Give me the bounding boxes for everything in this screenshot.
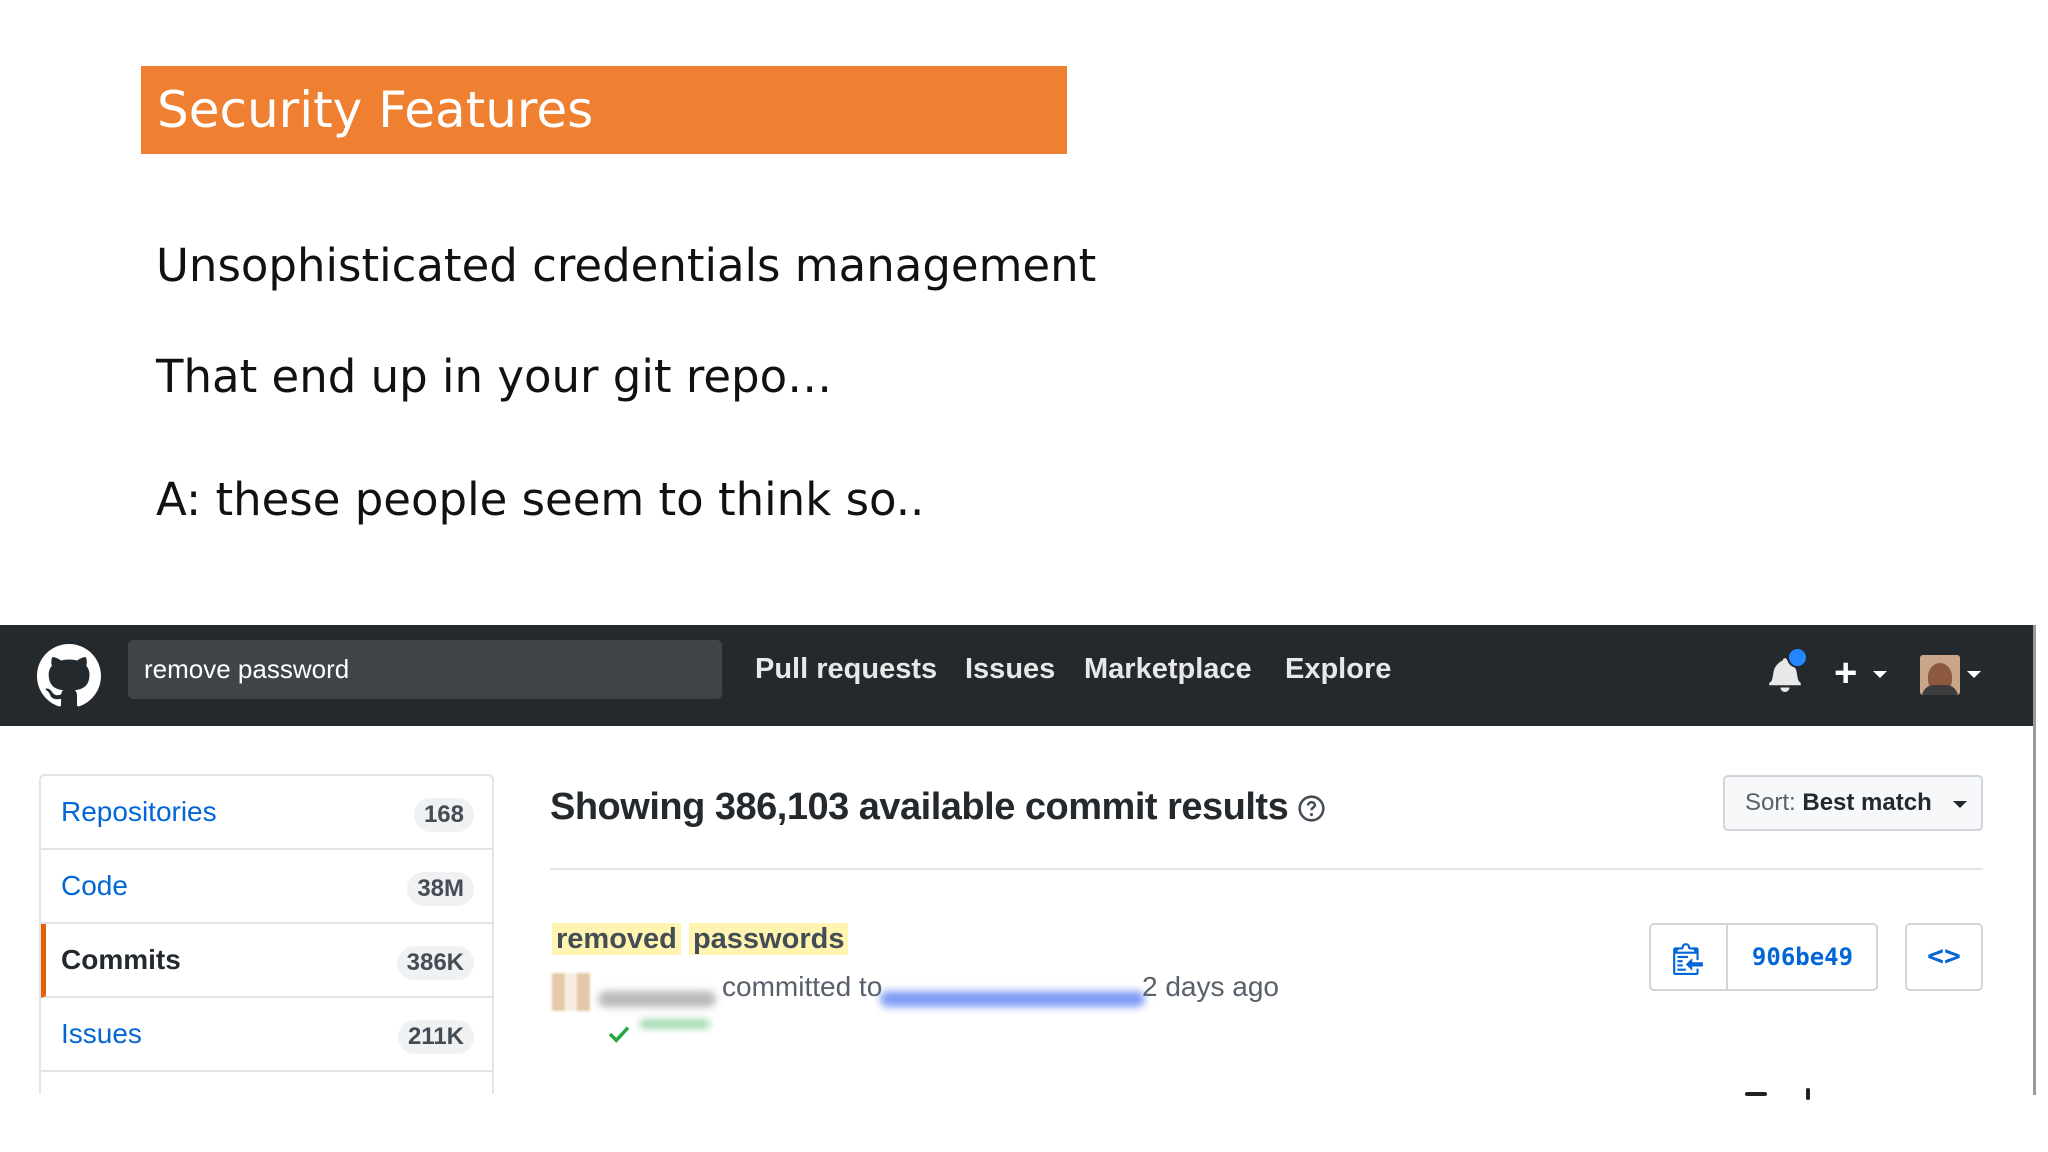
notification-dot <box>1787 647 1808 668</box>
github-screenshot: remove password Pull requests Issues Mar… <box>0 625 2036 1095</box>
clipped-glyph <box>1806 1088 1810 1100</box>
commit-time: 2 days ago <box>1142 971 1279 1002</box>
nav-marketplace[interactable]: Marketplace <box>1084 648 1252 690</box>
avatar[interactable] <box>1920 655 1960 695</box>
clipboard-icon[interactable] <box>1673 941 1703 975</box>
clipped-glyph <box>1745 1092 1767 1096</box>
plus-chevron-down-icon[interactable] <box>1873 671 1887 678</box>
menu-item-issues[interactable]: Issues 211K <box>41 998 492 1072</box>
slide-line-3: A: these people seem to think so.. <box>156 473 925 526</box>
github-header: remove password Pull requests Issues Mar… <box>0 625 2036 726</box>
menu-item-count: 38M <box>407 872 474 906</box>
blurred-author <box>598 991 716 1007</box>
commit-message[interactable]: removed passwords <box>552 919 849 959</box>
search-input[interactable]: remove password <box>128 640 722 699</box>
plus-icon[interactable]: + <box>1834 649 1857 697</box>
github-logo-icon[interactable] <box>37 644 101 708</box>
highlighted-word: removed <box>552 923 681 955</box>
results-heading: Showing 386,103 available commit results <box>550 786 1289 828</box>
chevron-down-icon <box>1953 801 1967 808</box>
browse-code-icon[interactable]: <> <box>1905 923 1983 991</box>
sort-prefix: Sort: <box>1745 789 1796 816</box>
check-icon <box>608 1026 630 1043</box>
menu-item-label: Issues <box>61 1018 142 1049</box>
menu-item-repositories[interactable]: Repositories 168 <box>41 776 492 850</box>
menu-item-count: 211K <box>397 1020 474 1054</box>
menu-item-label: Commits <box>61 944 181 975</box>
sort-value: Best match <box>1802 789 1932 816</box>
highlighted-word: passwords <box>688 923 849 955</box>
sort-dropdown[interactable]: Sort: Best match <box>1723 775 1983 831</box>
slide-line-2: That end up in your git repo… <box>156 350 833 403</box>
search-type-menu: Repositories 168 Code 38M Commits 386K I… <box>39 774 494 1094</box>
avatar-chevron-down-icon[interactable] <box>1967 671 1981 678</box>
menu-item-commits[interactable]: Commits 386K <box>41 924 492 998</box>
screenshot-edge <box>2033 625 2036 1095</box>
nav-pull-requests[interactable]: Pull requests <box>755 648 937 690</box>
commit-sha-button[interactable]: 906be49 <box>1729 925 1876 989</box>
divider <box>550 868 1983 870</box>
slide-line-1: Unsophisticated credentials management <box>156 239 1097 292</box>
nav-issues[interactable]: Issues <box>965 648 1055 690</box>
blurred-repository <box>880 991 1145 1007</box>
commit-button-group: 906be49 <box>1649 923 1878 991</box>
menu-item-count: 168 <box>413 798 474 832</box>
nav-explore[interactable]: Explore <box>1285 648 1391 690</box>
committed-to-text: committed to <box>722 971 883 1002</box>
menu-item-label: Repositories <box>61 796 217 827</box>
blurred-status <box>640 1020 710 1028</box>
help-icon[interactable] <box>1298 795 1325 822</box>
menu-item-label: Code <box>61 870 128 901</box>
slide-title: Security Features <box>157 81 594 139</box>
menu-item-count: 386K <box>396 946 474 980</box>
author-identicon <box>552 973 590 1011</box>
menu-item-code[interactable]: Code 38M <box>41 850 492 924</box>
